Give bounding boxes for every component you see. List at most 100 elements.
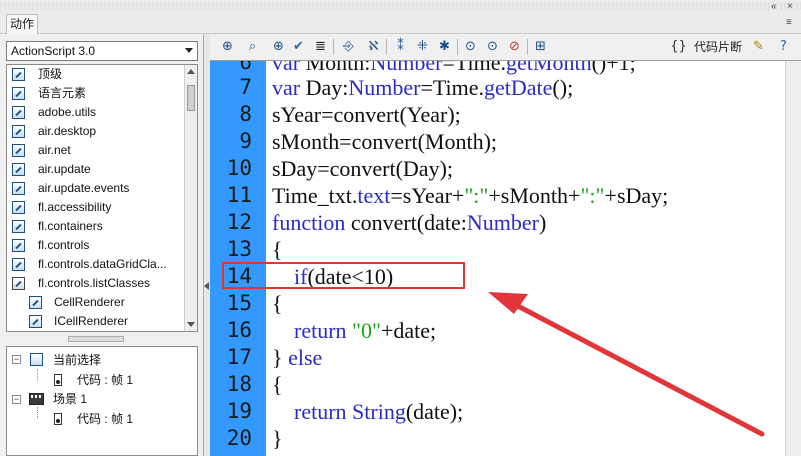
code-line[interactable]: return "0"+date; — [272, 317, 436, 344]
line-number: 18 — [226, 372, 252, 396]
collapse-braces-icon[interactable]: ⁑ — [392, 38, 409, 55]
comment-line-icon[interactable]: ⊙ — [484, 38, 501, 55]
tree-item[interactable]: CellRenderer — [7, 293, 185, 312]
scroll-down-icon[interactable] — [187, 322, 195, 327]
code-line[interactable]: return String(date); — [272, 398, 463, 425]
line-number: 19 — [226, 399, 252, 423]
line-number: 11 — [226, 183, 252, 207]
tree-item[interactable]: air.update — [7, 160, 185, 179]
code-hint-icon[interactable]: ⎆ — [340, 38, 357, 55]
tree-item[interactable]: air.update.events — [7, 179, 185, 198]
scroll-up-icon[interactable] — [187, 69, 195, 74]
line-number: 20 — [226, 426, 252, 450]
tree-item-label: 顶级 — [38, 67, 63, 81]
tree-item-label: fl.controls — [38, 238, 90, 252]
tree-item[interactable]: fl.accessibility — [7, 198, 185, 217]
package-icon — [12, 182, 25, 195]
tree-item[interactable]: fl.controls — [7, 236, 185, 255]
code-line[interactable]: sDay=convert(Day); — [272, 155, 453, 182]
actionscript-version-select[interactable]: ActionScript 3.0 — [6, 41, 198, 61]
line-number: 13 — [226, 237, 252, 261]
line-number: 15 — [226, 291, 252, 315]
check-syntax-icon[interactable]: ✔ — [290, 38, 307, 55]
line-number: 7 — [239, 75, 252, 99]
show-hide-toolbox-icon[interactable]: ⊞ — [532, 38, 549, 55]
open-package-icon — [12, 277, 25, 290]
comment-block-icon[interactable]: ⊙ — [462, 38, 479, 55]
annotation-highlight-box — [222, 262, 465, 289]
package-icon — [12, 106, 25, 119]
code-line[interactable]: { — [272, 371, 283, 398]
tree-item-label: CellRenderer — [54, 295, 125, 309]
uncomment-icon[interactable]: ⊘ — [506, 38, 523, 55]
selection-icon — [30, 353, 43, 366]
tree-item[interactable]: adobe.utils — [7, 103, 185, 122]
package-icon — [12, 68, 25, 81]
nav-current-selection[interactable]: 当前选择 — [53, 350, 101, 370]
actions-toolbox: ActionScript 3.0 顶级 语言元素 adobe.utils air… — [0, 34, 204, 456]
collapse-selection-icon[interactable]: ⁜ — [414, 38, 431, 55]
code-snippets-icon[interactable]: {} — [670, 38, 687, 55]
toolbar-separator — [527, 39, 528, 55]
tree-item[interactable]: 顶级 — [7, 65, 185, 84]
arrow-shaft — [511, 301, 765, 437]
tree-scrollbar[interactable] — [184, 65, 197, 331]
tree-item[interactable]: air.desktop — [7, 122, 185, 141]
nav-scene[interactable]: 场景 1 — [53, 389, 87, 409]
tree-item[interactable]: fl.containers — [7, 217, 185, 236]
tree-item[interactable]: fl.controls.dataGridCla... — [7, 255, 185, 274]
tree-item[interactable]: air.net — [7, 141, 185, 160]
tree-item-label: fl.controls.listClasses — [38, 276, 151, 290]
tab-actions[interactable]: 动作 — [6, 14, 38, 34]
tree-item-label: fl.accessibility — [38, 200, 112, 214]
editor-scrollbar[interactable] — [785, 61, 801, 456]
tree-item[interactable]: 语言元素 — [7, 84, 185, 103]
tree-item-label: 语言元素 — [38, 86, 87, 100]
wand-icon[interactable]: ✎ — [750, 38, 767, 55]
frame-icon — [54, 374, 62, 386]
code-line[interactable]: sYear=convert(Year); — [272, 101, 461, 128]
panel-grip[interactable] — [0, 2, 801, 10]
package-tree[interactable]: 顶级 语言元素 adobe.utils air.desktop air.net … — [6, 64, 198, 332]
package-icon — [12, 87, 25, 100]
package-icon — [12, 125, 25, 138]
tree-item-label: adobe.utils — [38, 105, 97, 119]
collapse-panel-icon[interactable]: « — [771, 1, 777, 12]
target-icon[interactable]: ⊕ — [270, 38, 287, 55]
code-line[interactable]: } — [272, 425, 283, 452]
tree-item-label: air.net — [38, 143, 71, 157]
code-line[interactable]: } else — [272, 344, 322, 371]
debug-icon[interactable]: ℵ — [365, 38, 382, 55]
code-line[interactable]: var Day:Number=Time.getDate(); — [272, 74, 573, 101]
line-number: 8 — [239, 102, 252, 126]
tree-connector — [37, 369, 38, 381]
code-line[interactable]: { — [272, 290, 283, 317]
scene-icon — [29, 393, 44, 405]
help-icon[interactable]: ? — [775, 38, 792, 55]
chevron-down-icon — [185, 48, 193, 53]
splitter-handle[interactable] — [68, 336, 124, 342]
code-line[interactable]: function convert(date:Number) — [272, 209, 546, 236]
collapse-icon[interactable]: − — [12, 355, 21, 364]
auto-format-icon[interactable]: ≣ — [312, 38, 329, 55]
scroll-thumb[interactable] — [187, 85, 195, 111]
code-line[interactable]: { — [272, 236, 283, 263]
nav-current-code[interactable]: 代码 : 帧 1 — [77, 370, 133, 390]
expand-all-icon[interactable]: ✱ — [436, 38, 453, 55]
tree-item[interactable]: fl.controls.listClasses — [7, 274, 185, 293]
tree-item-label: air.update.events — [38, 181, 130, 195]
code-line[interactable]: sMonth=convert(Month); — [272, 128, 497, 155]
toolbar-separator — [386, 39, 387, 55]
tree-item[interactable]: ICellRenderer — [7, 312, 185, 331]
find-icon[interactable]: ⌕ — [244, 38, 261, 55]
panel-title-bar: 动作 « × ≡ — [0, 0, 801, 34]
collapse-icon[interactable]: − — [12, 395, 21, 404]
nav-scene-code[interactable]: 代码 : 帧 1 — [77, 409, 133, 429]
panel-menu-icon[interactable]: ≡ — [786, 17, 792, 28]
tree-connector — [37, 407, 38, 419]
code-snippets-button[interactable]: 代码片断 — [694, 39, 742, 56]
code-line[interactable]: Time_txt.text=sYear+":"+sMonth+":"+sDay; — [272, 182, 668, 209]
add-icon[interactable]: ⊕ — [219, 38, 236, 55]
close-panel-icon[interactable]: × — [787, 1, 793, 12]
collapse-left-icon[interactable] — [204, 282, 209, 290]
